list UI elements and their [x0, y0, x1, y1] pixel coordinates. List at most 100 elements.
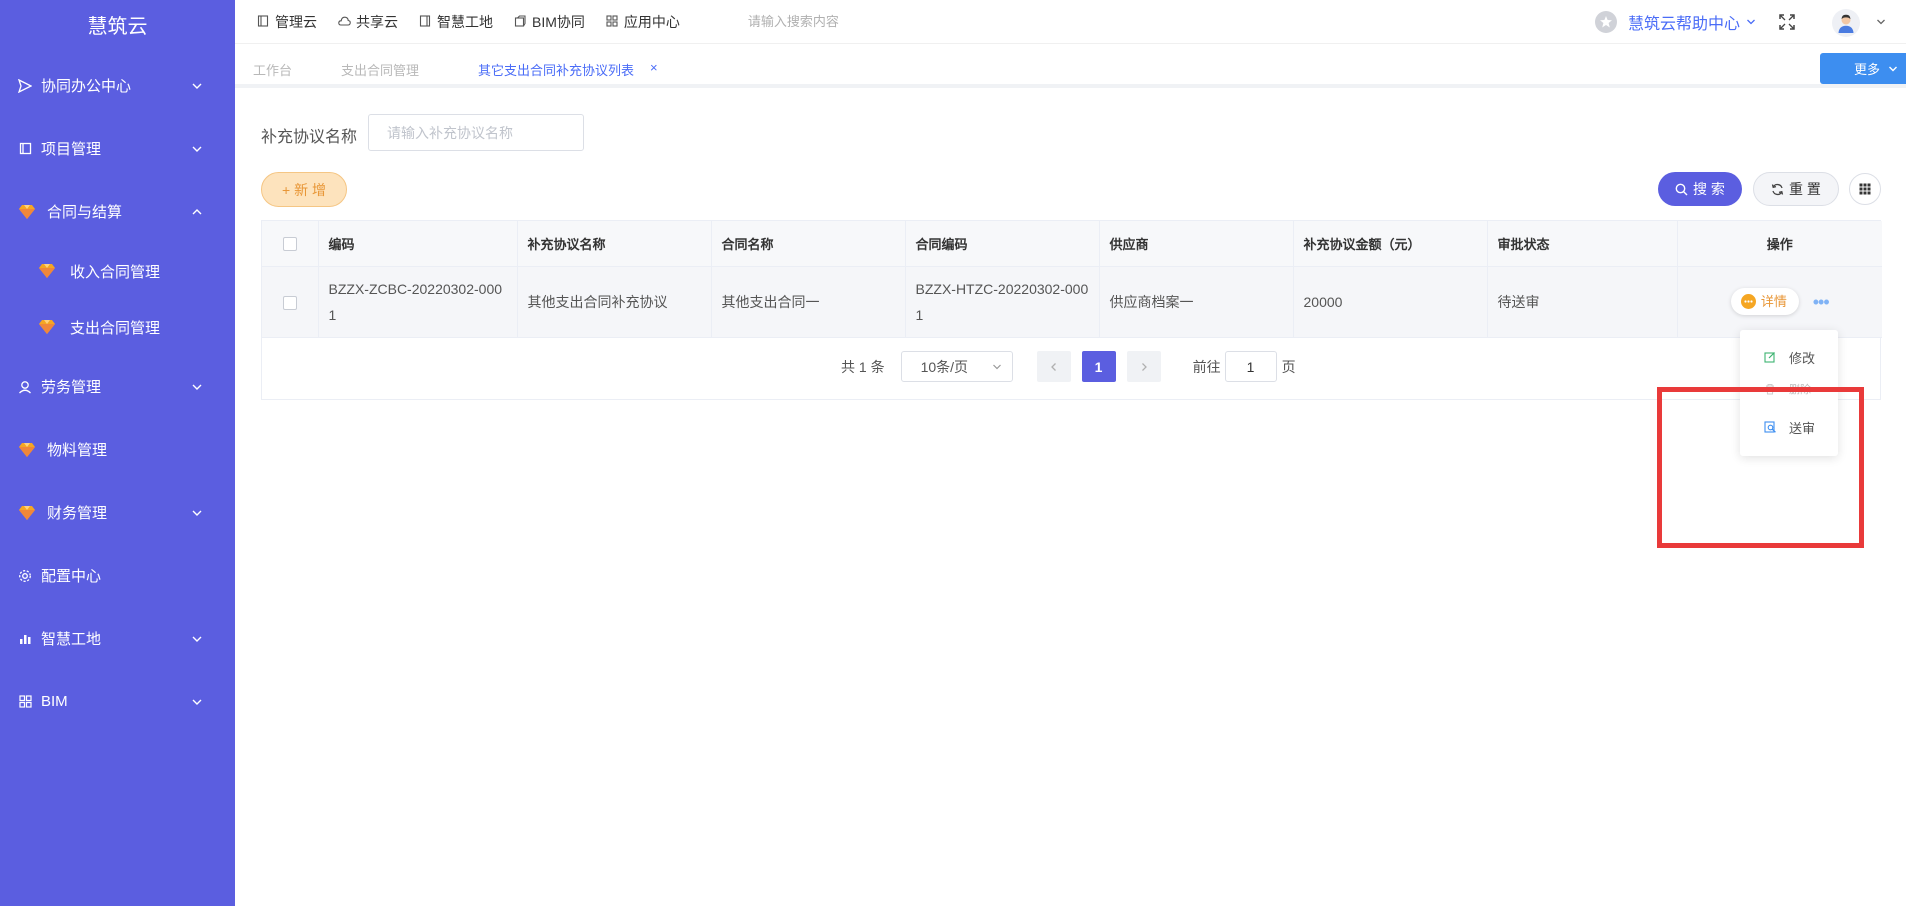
column-header: 合同名称	[711, 221, 906, 267]
table-row: BZZX-ZCBC-20220302-0001 其他支出合同补充协议 其他支出合…	[262, 266, 1882, 338]
gem-icon	[17, 442, 37, 458]
gem-icon	[17, 505, 37, 521]
sidebar-item-collab-office[interactable]: 协同办公中心	[0, 54, 235, 117]
table-header-row: 编码 补充协议名称 合同名称 合同编码 供应商 补充协议金额（元） 审批状态 操…	[262, 221, 1882, 267]
column-header: 供应商	[1099, 221, 1294, 267]
top-link-label: 智慧工地	[437, 13, 493, 30]
goto-label: 前往	[1192, 358, 1221, 375]
prev-page-button[interactable]	[1036, 351, 1071, 382]
grid-icon	[606, 15, 619, 28]
sidebar-item-project[interactable]: 项目管理	[0, 117, 235, 180]
cell-amount: 20000	[1293, 266, 1488, 338]
dropdown-item-edit[interactable]: 修改	[1764, 348, 1815, 367]
column-header: 操作	[1677, 221, 1882, 267]
chevron-down-icon	[1889, 66, 1898, 71]
edit-icon	[1764, 351, 1777, 364]
chevron-down-icon	[192, 83, 202, 89]
gear-icon	[17, 568, 33, 584]
sidebar-item-config[interactable]: 配置中心	[0, 544, 235, 607]
add-button[interactable]: + 新 增	[261, 172, 347, 207]
top-link-bim-collab[interactable]: BIM协同	[514, 12, 585, 32]
more-tabs-button[interactable]: 更多	[1820, 53, 1906, 84]
sidebar-item-finance[interactable]: 财务管理	[0, 481, 235, 544]
cube-icon	[514, 15, 527, 28]
user-avatar[interactable]	[1832, 9, 1860, 37]
chevron-down-icon	[192, 636, 202, 642]
sidebar-item-smart-site[interactable]: 智慧工地	[0, 607, 235, 670]
column-header: 编码	[318, 221, 518, 267]
reset-button[interactable]: 重 置	[1753, 172, 1839, 206]
grid-icon	[17, 694, 33, 710]
refresh-icon	[1771, 183, 1784, 196]
sidebar-item-contract-settlement[interactable]: 合同与结算	[0, 180, 235, 243]
cell-code: BZZX-ZCBC-20220302-0001	[318, 266, 518, 338]
pagination: 共 1 条 10条/页 1 前往 页	[841, 351, 1296, 382]
sidebar-item-bim[interactable]: BIM	[0, 670, 235, 733]
sidebar-item-label: 财务管理	[47, 505, 108, 522]
highlight-annotation-box	[1657, 387, 1864, 548]
chevron-down-icon	[192, 699, 202, 705]
agreement-name-input[interactable]	[368, 114, 584, 151]
app-logo: 慧筑云	[87, 16, 148, 38]
sidebar-item-label: BIM	[41, 693, 68, 710]
search-button-label: 搜 索	[1693, 181, 1725, 197]
help-center-menu[interactable]: 慧筑云帮助中心	[1594, 10, 1756, 34]
book-icon	[257, 15, 270, 28]
sidebar-item-expense-contract[interactable]: 支出合同管理	[0, 299, 235, 355]
chevron-down-icon	[1747, 19, 1755, 25]
sidebar-item-labor[interactable]: 劳务管理	[0, 355, 235, 418]
search-button[interactable]: 搜 索	[1658, 172, 1742, 206]
send-icon	[17, 78, 33, 94]
sidebar: 慧筑云 协同办公中心 项目管理 合同与结算 收入合同管理 支出合同管理 劳务管理…	[0, 0, 235, 906]
next-page-button[interactable]	[1126, 351, 1161, 382]
sidebar-item-label: 支出合同管理	[70, 319, 161, 337]
page-size-select[interactable]: 10条/页	[900, 351, 1013, 382]
sidebar-item-label: 项目管理	[41, 141, 102, 158]
pagination-total: 共 1 条	[841, 358, 885, 375]
goto-page-input[interactable]	[1224, 351, 1277, 382]
column-header: 合同编码	[905, 221, 1100, 267]
bar-chart-icon	[17, 631, 33, 647]
top-bar: 管理云 共享云 智慧工地 BIM协同 应用中心 慧筑云帮助中心	[235, 0, 1906, 44]
cell-supplier: 供应商档案一	[1099, 266, 1294, 338]
fullscreen-icon[interactable]	[1778, 13, 1796, 31]
sidebar-item-income-contract[interactable]: 收入合同管理	[0, 243, 235, 299]
top-link-smart-site[interactable]: 智慧工地	[419, 12, 493, 32]
column-header: 审批状态	[1487, 221, 1678, 267]
global-search-input[interactable]	[747, 14, 928, 29]
tab-close-icon[interactable]: ×	[650, 60, 658, 75]
tab-expense-contract[interactable]: 支出合同管理	[341, 60, 419, 79]
book-icon	[419, 15, 432, 28]
gem-icon	[38, 263, 58, 279]
top-link-shared-cloud[interactable]: 共享云	[338, 12, 398, 32]
page-number-current[interactable]: 1	[1081, 351, 1116, 382]
search-icon	[1675, 183, 1688, 196]
chevron-down-icon[interactable]	[1876, 17, 1886, 27]
help-center-label: 慧筑云帮助中心	[1627, 16, 1740, 33]
select-all-checkbox[interactable]	[282, 237, 297, 252]
column-settings-button[interactable]	[1849, 173, 1881, 205]
book-icon	[17, 141, 33, 157]
more-circle-icon	[1740, 294, 1756, 310]
dropdown-item-label: 修改	[1789, 351, 1816, 366]
top-link-label: BIM协同	[532, 13, 585, 30]
sidebar-item-label: 劳务管理	[41, 379, 102, 396]
sidebar-item-label: 智慧工地	[41, 631, 102, 648]
top-link-app-center[interactable]: 应用中心	[606, 12, 680, 32]
detail-button[interactable]: 详情	[1730, 288, 1799, 316]
more-actions-button[interactable]: •••	[1813, 289, 1830, 315]
sidebar-item-label: 配置中心	[41, 568, 102, 585]
row-checkbox[interactable]	[282, 295, 297, 310]
top-link-management-cloud[interactable]: 管理云	[257, 12, 317, 32]
tab-workbench[interactable]: 工作台	[253, 60, 292, 79]
chevron-down-icon	[992, 364, 1001, 370]
cell-status: 待送审	[1487, 266, 1678, 338]
top-link-label: 管理云	[275, 13, 317, 30]
sidebar-item-materials[interactable]: 物料管理	[0, 418, 235, 481]
chevron-down-icon	[192, 510, 202, 516]
worker-icon	[17, 379, 33, 395]
page-size-value: 10条/页	[920, 358, 969, 375]
column-header: 补充协议金额（元）	[1293, 221, 1488, 267]
gem-icon	[38, 319, 58, 335]
tab-other-expense-supplementary-list[interactable]: 其它支出合同补充协议列表	[478, 60, 634, 79]
